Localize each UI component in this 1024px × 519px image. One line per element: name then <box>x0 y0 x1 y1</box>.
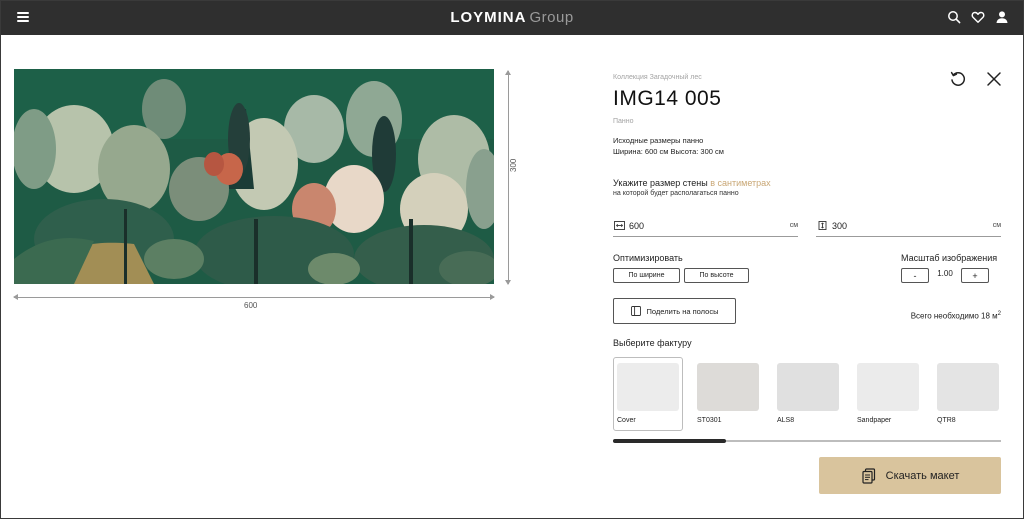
forest-illustration <box>14 69 494 284</box>
scale-label: Масштаб изображения <box>901 253 998 263</box>
texture-swatch <box>937 363 999 411</box>
texture-name: ST0301 <box>697 417 722 424</box>
user-icon[interactable] <box>995 10 1009 24</box>
optimize-label: Оптимизировать <box>613 253 683 263</box>
texture-name: ALS8 <box>777 417 795 424</box>
width-icon <box>614 221 625 230</box>
split-strips-label: Поделить на полосы <box>646 306 719 316</box>
optimize-by-width-button[interactable]: По ширине <box>613 268 680 283</box>
download-layout-label: Скачать макет <box>885 469 960 482</box>
height-dimension-line <box>505 70 511 285</box>
reset-button[interactable] <box>949 70 967 88</box>
wall-size-prompt-unit: в сантиметрах <box>710 178 771 188</box>
wall-width-input[interactable]: 600 <box>629 221 790 231</box>
split-strips-button[interactable]: Поделить на полосы <box>613 298 736 324</box>
rotate-icon <box>950 71 966 86</box>
width-dimension-line <box>13 294 495 300</box>
scale-value[interactable]: 1.00 <box>931 269 959 278</box>
logo-group: Group <box>529 9 574 26</box>
top-header: LOYMINA Group <box>1 1 1023 35</box>
logo[interactable]: LOYMINA Group <box>1 9 1023 26</box>
wall-size-prompt: Укажите размер стены в сантиметрах <box>613 178 771 188</box>
scale-increase-button[interactable]: + <box>961 268 989 283</box>
heart-icon[interactable] <box>971 10 985 24</box>
original-dimensions-title: Исходные размеры панно <box>613 136 704 145</box>
texture-scrollbar[interactable] <box>613 439 1001 443</box>
mural-preview <box>14 69 494 284</box>
close-icon <box>987 72 1001 86</box>
width-dimension-label: 600 <box>244 301 258 310</box>
document-stack-icon <box>861 467 877 484</box>
search-icon[interactable] <box>947 10 961 24</box>
close-button[interactable] <box>985 70 1003 88</box>
texture-swatch <box>617 363 679 411</box>
texture-swatch <box>697 363 759 411</box>
collection-name[interactable]: Коллекция Загадочный лес <box>613 74 702 81</box>
height-icon <box>817 221 828 230</box>
wall-width-unit: см <box>789 222 798 229</box>
wall-width-field[interactable]: 600 см <box>613 215 798 237</box>
texture-label: Выберите фактуру <box>613 338 692 348</box>
original-dimensions: Исходные размеры панно Ширина: 600 см Вы… <box>613 135 724 157</box>
texture-swatch <box>777 363 839 411</box>
download-layout-button[interactable]: Скачать макет <box>819 457 1001 494</box>
product-title: IMG14 005 <box>613 87 722 110</box>
split-columns-icon <box>630 306 641 316</box>
wall-height-unit: см <box>992 222 1001 229</box>
texture-option[interactable]: QTR8 <box>933 357 1003 431</box>
total-power: 2 <box>997 311 1001 317</box>
texture-option[interactable]: Sandpaper <box>853 357 923 431</box>
texture-option[interactable]: ALS8 <box>773 357 843 431</box>
scale-decrease-button[interactable]: - <box>901 268 929 283</box>
logo-brand: LOYMINA <box>450 9 527 26</box>
original-dimensions-values: Ширина: 600 см Высота: 300 см <box>613 147 724 156</box>
texture-option[interactable]: ST0301 <box>693 357 763 431</box>
product-type: Панно <box>613 118 634 125</box>
total-label: Всего необходимо <box>910 311 979 321</box>
wall-size-prompt-text: Укажите размер стены <box>613 178 708 188</box>
total-required: Всего необходимо 18 м2 <box>911 311 1001 321</box>
texture-name: QTR8 <box>937 417 956 424</box>
texture-name: Cover <box>617 417 636 424</box>
wall-height-field[interactable]: 300 см <box>816 215 1001 237</box>
texture-scrollbar-thumb[interactable] <box>613 439 726 443</box>
header-actions <box>947 10 1009 24</box>
texture-option[interactable]: Cover <box>613 357 683 431</box>
total-amount: 18 м <box>981 311 998 321</box>
texture-name: Sandpaper <box>857 417 892 424</box>
height-dimension-label: 300 <box>509 158 518 172</box>
wall-height-input[interactable]: 300 <box>832 221 993 231</box>
page-frame: LOYMINA Group 600 300 Коллекция Загадочн… <box>1 1 1023 518</box>
texture-swatch <box>857 363 919 411</box>
wall-size-subtitle: на которой будет располагаться панно <box>613 190 739 197</box>
optimize-by-height-button[interactable]: По высоте <box>684 268 749 283</box>
